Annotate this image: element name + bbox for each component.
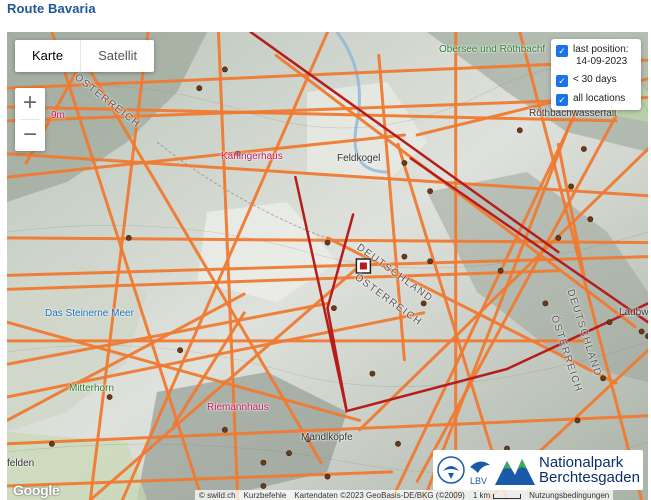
recent-track-line	[326, 213, 648, 413]
last-position-checkbox[interactable]: ✓	[556, 45, 568, 57]
location-point[interactable]	[542, 300, 549, 307]
all-locations-label: all locations	[573, 93, 626, 104]
place-partial-9m[interactable]: 9m	[51, 110, 65, 121]
place-mandlkoepfe[interactable]: Mandlköpfe	[301, 432, 353, 443]
swild-credit[interactable]: © swild.ch	[195, 490, 240, 500]
location-point[interactable]	[427, 258, 433, 265]
location-point[interactable]	[395, 440, 401, 447]
map-canvas[interactable]: Obersee und Röthbachf Röthbachwasserfall…	[7, 32, 648, 500]
scale-bar-line	[493, 493, 522, 499]
google-logo: Google	[13, 482, 60, 498]
old-track-line	[7, 255, 648, 277]
lbv-bird-icon: LBV	[470, 461, 490, 486]
zoom-out-button[interactable]: −	[15, 120, 45, 151]
location-point[interactable]	[516, 127, 523, 134]
recent-track-line	[294, 175, 348, 413]
eagle-seal-icon	[437, 456, 465, 484]
map-type-toggle: Karte Satellit	[15, 40, 155, 72]
svg-text:LBV: LBV	[470, 476, 487, 486]
location-point[interactable]	[568, 183, 574, 190]
legend-row-last-position: ✓ last position: 14-09-2023	[556, 44, 636, 68]
map-data-credit: Kartendaten ©2023 GeoBasis-DE/BKG (©2009…	[294, 491, 465, 500]
nationalpark-logo: LBV Nationalpark Berchtesgaden	[433, 450, 643, 490]
old-track-line	[556, 142, 586, 277]
place-riemannhaus[interactable]: Riemannhaus	[207, 402, 269, 413]
location-point[interactable]	[638, 328, 645, 335]
location-point[interactable]	[286, 450, 292, 457]
location-point[interactable]	[260, 459, 267, 466]
location-point[interactable]	[427, 188, 433, 194]
place-obersee[interactable]: Obersee und Röthbachf	[439, 44, 545, 55]
location-point[interactable]	[177, 347, 183, 354]
location-point[interactable]	[574, 417, 581, 424]
location-point[interactable]	[587, 216, 594, 223]
layer-legend: ✓ last position: 14-09-2023 ✓ < 30 days …	[551, 39, 641, 110]
location-point[interactable]	[324, 239, 331, 246]
location-point[interactable]	[555, 234, 562, 241]
all-locations-checkbox[interactable]: ✓	[556, 94, 568, 106]
location-point[interactable]	[125, 234, 132, 241]
30-days-checkbox[interactable]: ✓	[556, 75, 568, 87]
attribution-bar: © swild.ch Kurzbefehle Kartendaten ©2023…	[195, 490, 614, 500]
location-point[interactable]	[581, 146, 587, 152]
30-days-label: < 30 days	[573, 74, 617, 85]
map-type-karte-tab[interactable]: Karte	[15, 40, 80, 72]
location-point[interactable]	[49, 440, 55, 447]
location-point[interactable]	[600, 375, 606, 382]
location-point[interactable]	[324, 473, 331, 480]
location-point[interactable]	[497, 267, 504, 274]
mountains-icon	[495, 459, 535, 485]
location-point[interactable]	[369, 370, 376, 377]
nationalpark-text: Nationalpark Berchtesgaden	[539, 454, 640, 486]
location-point[interactable]	[260, 483, 267, 489]
location-point[interactable]	[330, 305, 337, 311]
old-track-line	[7, 470, 394, 488]
place-feldkogel[interactable]: Feldkogel	[337, 153, 380, 164]
location-point[interactable]	[606, 319, 613, 326]
location-point[interactable]	[106, 394, 113, 400]
zoom-in-button[interactable]: +	[15, 88, 45, 119]
location-point[interactable]	[401, 160, 408, 166]
zoom-control: + −	[15, 88, 45, 151]
location-point[interactable]	[645, 333, 648, 340]
place-laubwa[interactable]: Laubwa	[619, 307, 648, 318]
legend-row-all-locations: ✓ all locations	[556, 93, 636, 106]
location-point[interactable]	[196, 85, 203, 92]
location-point[interactable]	[401, 253, 408, 260]
page-title: Route Bavaria	[7, 1, 96, 16]
old-track-line	[217, 32, 240, 500]
place-felden[interactable]: felden	[7, 458, 34, 469]
place-mitterhorn[interactable]: Mitterhorn	[69, 383, 114, 394]
old-track-line	[358, 147, 648, 432]
location-point[interactable]	[221, 426, 228, 433]
legend-row-30-days: ✓ < 30 days	[556, 74, 636, 87]
location-point[interactable]	[221, 66, 228, 73]
place-steinerne-meer[interactable]: Das Steinerne Meer	[45, 308, 134, 319]
scale-bar[interactable]: 1 km	[469, 490, 525, 500]
terms-link[interactable]: Nutzungsbedingungen	[525, 490, 613, 500]
last-position-label: last position: 14-09-2023	[573, 44, 629, 67]
keyboard-shortcuts-link[interactable]: Kurzbefehle	[240, 490, 291, 500]
place-kaerlingerhaus[interactable]: Kärlingerhaus	[221, 151, 283, 162]
map-type-satellit-tab[interactable]: Satellit	[81, 40, 154, 72]
